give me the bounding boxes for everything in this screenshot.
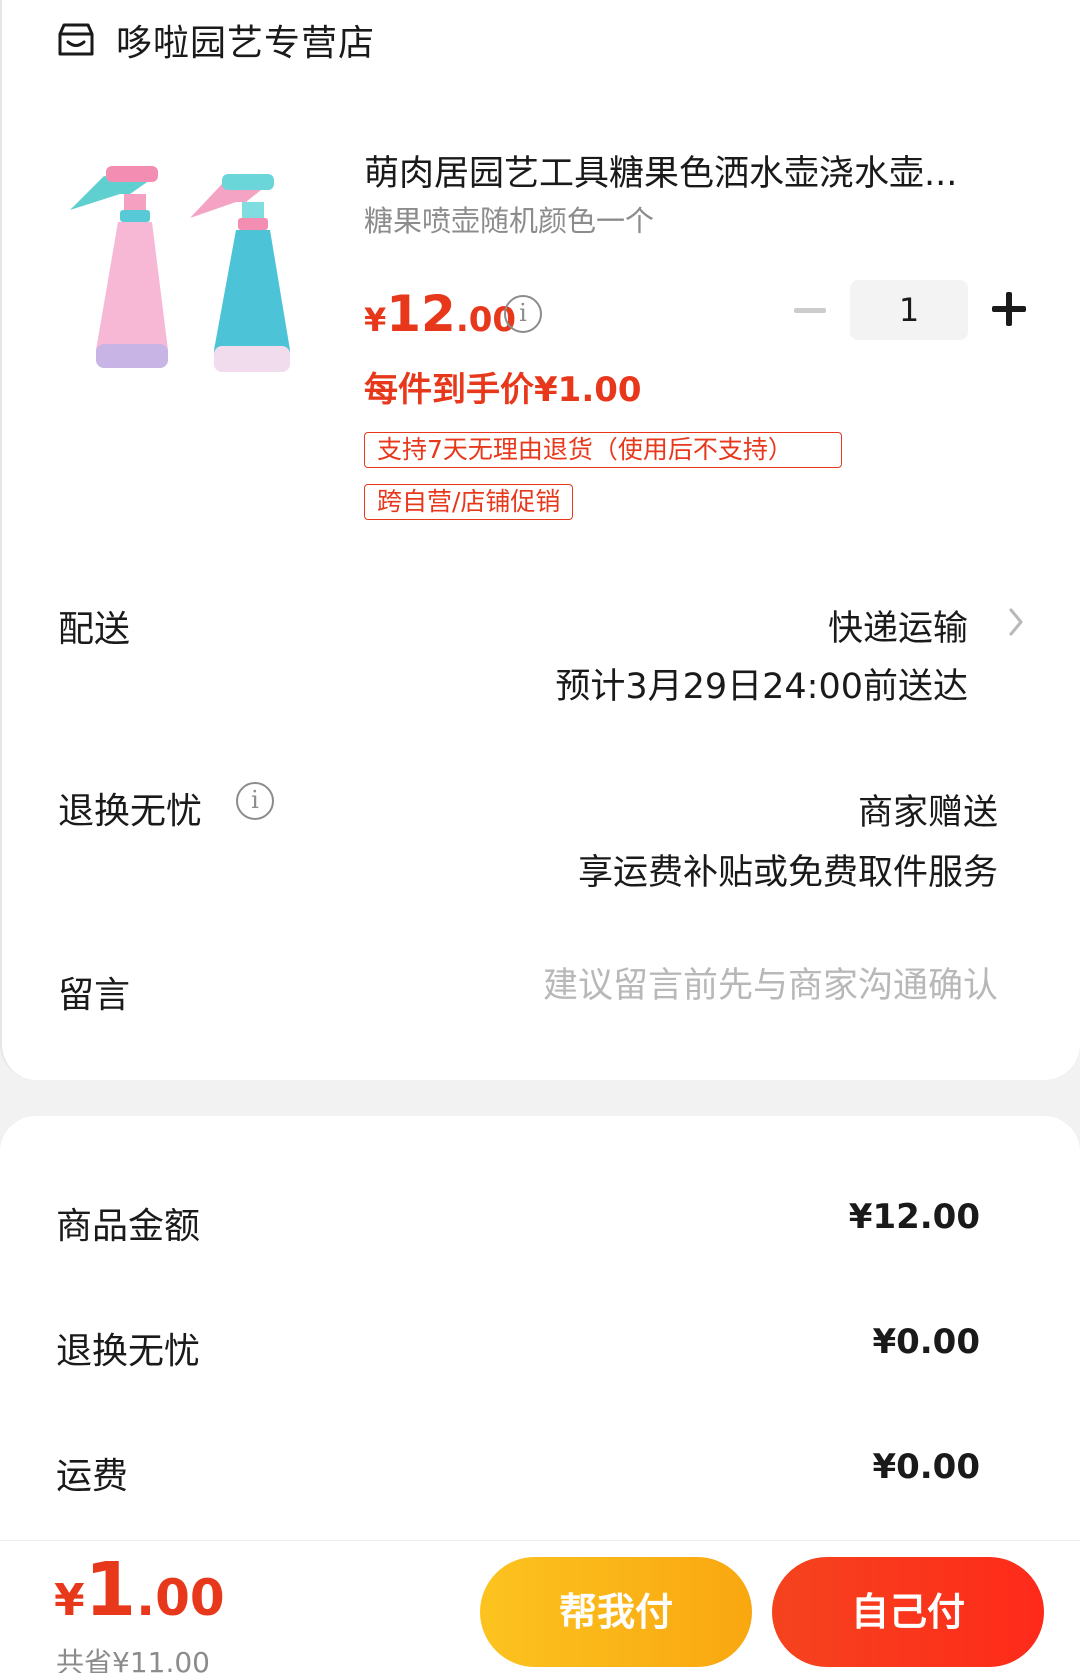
product-price: ¥ 12 .00 <box>364 285 516 343</box>
total-integer: 1 <box>84 1547 137 1633</box>
delivery-eta: 预计3月29日24:00前送达 <box>555 667 968 707</box>
return-service-label: 退换无忧 <box>58 791 203 832</box>
message-label: 留言 <box>58 975 131 1016</box>
shop-name: 哆啦园艺专营店 <box>116 23 376 64</box>
price-currency: ¥ <box>364 301 387 339</box>
return-service-value: 商家赠送 <box>857 793 998 833</box>
summary-shipping-label: 运费 <box>56 1456 129 1497</box>
total-decimal: .00 <box>136 1569 225 1627</box>
quantity-increase-button[interactable] <box>992 292 1026 326</box>
summary-goods-label: 商品金额 <box>56 1206 201 1247</box>
shop-header[interactable]: 哆啦园艺专营店 <box>56 14 375 66</box>
delivery-method[interactable]: 快递运输 <box>828 600 968 651</box>
total-currency: ¥ <box>54 1575 85 1626</box>
order-card: 哆啦园艺专营店 萌肉居园艺工具糖果色洒水壶浇水壶... 糖果喷壶随机颜色一个 ¥… <box>0 0 1080 1080</box>
delivery-label: 配送 <box>58 609 131 650</box>
product-title[interactable]: 萌肉居园艺工具糖果色洒水壶浇水壶... <box>364 145 1014 196</box>
product-thumbnail[interactable] <box>60 150 320 400</box>
summary-return-label: 退换无忧 <box>56 1331 201 1372</box>
checkout-bar: ¥ 1 .00 共省¥11.00 帮我付 自己付 <box>0 1540 1080 1673</box>
summary-return-value: ¥0.00 <box>872 1322 980 1362</box>
saved-amount: 共省¥11.00 <box>56 1646 210 1673</box>
price-info-icon[interactable]: i <box>504 295 542 333</box>
summary-goods-value: ¥12.00 <box>848 1197 980 1237</box>
summary-shipping-value: ¥0.00 <box>872 1447 980 1487</box>
price-integer: 12 <box>386 285 456 343</box>
shop-icon <box>58 23 94 56</box>
quantity-decrease-button[interactable] <box>794 308 826 313</box>
message-input[interactable] <box>398 966 998 1006</box>
quantity-value[interactable]: 1 <box>850 280 968 340</box>
chevron-right-icon[interactable] <box>1006 602 1026 642</box>
self-pay-button[interactable]: 自己付 <box>772 1557 1044 1667</box>
unit-price-label: 每件到手价¥1.00 <box>364 370 642 410</box>
help-pay-button[interactable]: 帮我付 <box>480 1557 752 1667</box>
return-info-icon[interactable]: i <box>236 782 274 820</box>
product-spec[interactable]: 糖果喷壶随机颜色一个 <box>364 198 654 240</box>
promotion-tag: 跨自营/店铺促销 <box>364 484 574 520</box>
total-price: ¥ 1 .00 <box>54 1547 225 1633</box>
return-service-desc: 享运费补贴或免费取件服务 <box>577 853 998 893</box>
return-policy-tag: 支持7天无理由退货（使用后不支持） <box>364 432 842 468</box>
